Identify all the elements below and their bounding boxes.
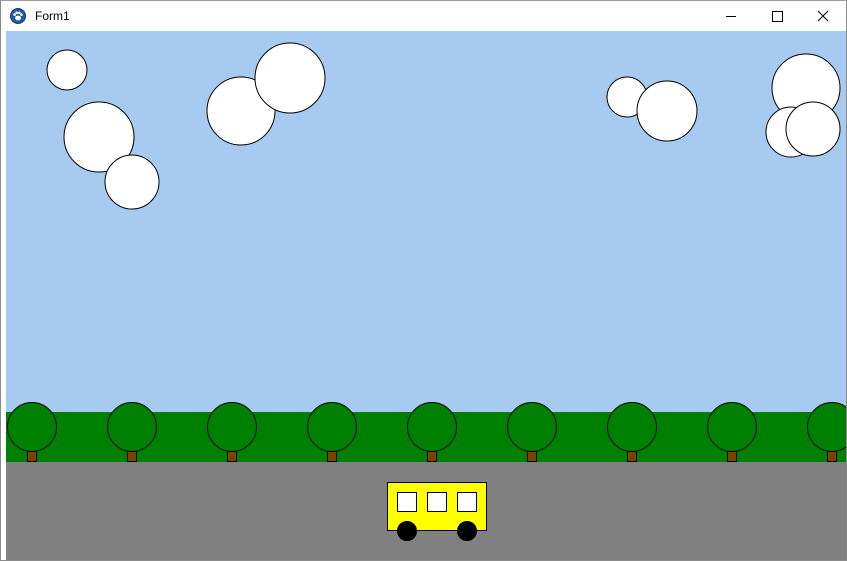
drawing-canvas [6,31,846,560]
tree-crown [307,402,357,452]
tree-crown [7,402,57,452]
tree-crown [207,402,257,452]
bus-wheel [457,521,477,541]
paw-icon [10,8,26,24]
minimize-button[interactable] [708,1,754,31]
tree-trunk [327,450,337,462]
cloud [636,80,698,142]
tree-trunk [427,450,437,462]
tree-trunk [727,450,737,462]
cloud [46,49,88,91]
tree-crown [607,402,657,452]
cloud [785,101,841,157]
maximize-button[interactable] [754,1,800,31]
title-bar[interactable]: Form1 [1,1,846,31]
cloud [254,42,326,114]
tree-crown [707,402,757,452]
form1-window: Form1 [0,0,847,561]
tree-trunk [227,450,237,462]
cloud [104,154,160,210]
window-title: Form1 [35,9,70,23]
tree-trunk [127,450,137,462]
tree-trunk [627,450,637,462]
tree-crown [107,402,157,452]
scene-svg [6,31,846,560]
minimize-icon [726,16,736,17]
maximize-icon [772,11,783,22]
tree-trunk [27,450,37,462]
tree-crown [407,402,457,452]
bus-window [427,492,447,512]
close-icon [817,10,829,22]
tree-trunk [827,450,837,462]
close-button[interactable] [800,1,846,31]
bus-window [397,492,417,512]
tree-trunk [527,450,537,462]
bus-wheel [397,521,417,541]
sky [6,31,846,412]
bus-window [457,492,477,512]
tree-crown [507,402,557,452]
